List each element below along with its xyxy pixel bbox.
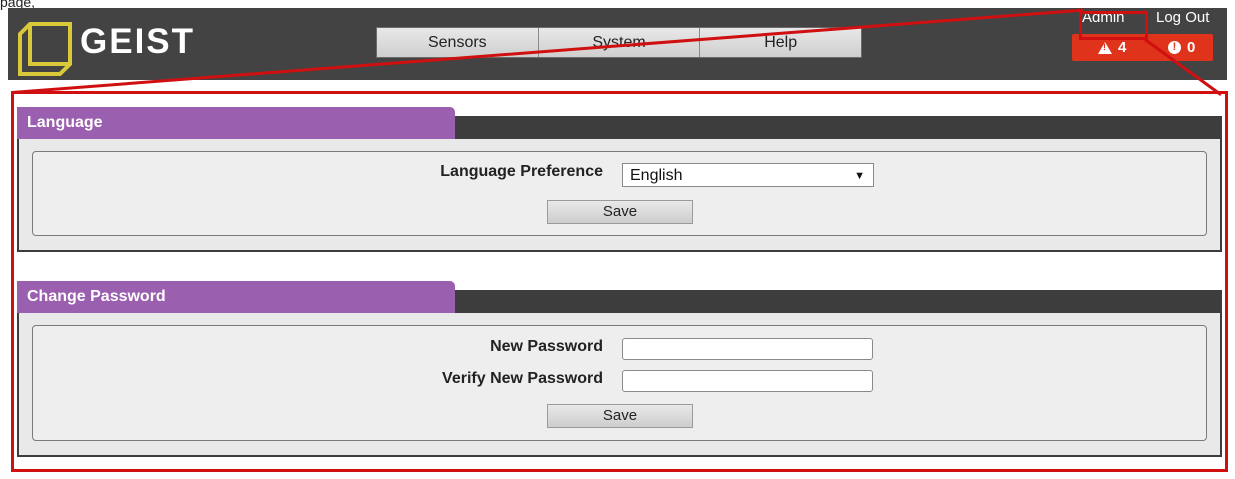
logout-link[interactable]: Log Out <box>1156 9 1209 26</box>
highlight-admin-box <box>1079 11 1148 40</box>
critical-alerts[interactable]: ! 0 <box>1168 39 1195 56</box>
brand-name: GEIST <box>80 22 196 61</box>
alert-circle-icon: ! <box>1168 41 1181 54</box>
warning-count: 4 <box>1118 39 1127 56</box>
highlight-content-box <box>11 91 1228 472</box>
warning-alerts[interactable]: 4 <box>1098 39 1126 56</box>
geist-logo-icon <box>18 22 72 76</box>
warning-icon <box>1098 41 1112 54</box>
critical-count: 0 <box>1187 39 1196 56</box>
